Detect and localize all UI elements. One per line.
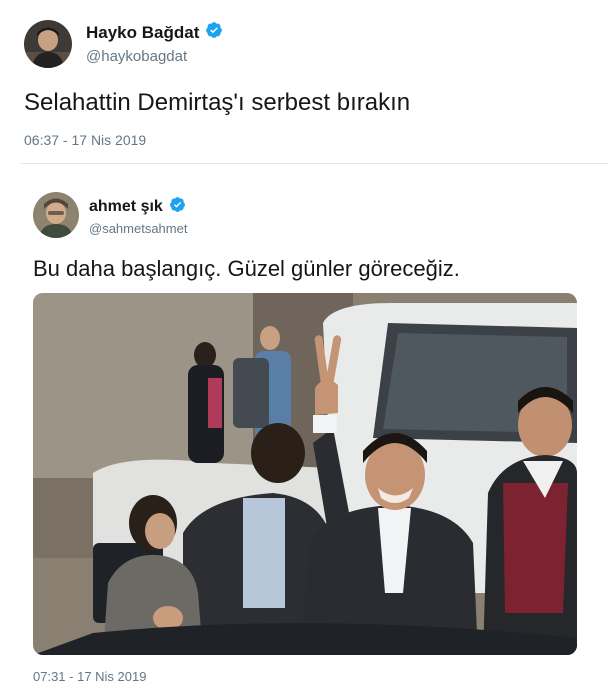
timestamp[interactable]: 07:31 - 17 Nis 2019: [33, 669, 146, 684]
top-tweet: Hayko Bağdat @haykobagdat Selahattin Dem…: [0, 0, 616, 164]
verified-badge-icon: [169, 196, 186, 218]
handle[interactable]: @haykobagdat: [86, 48, 187, 65]
verified-badge-icon: [205, 21, 223, 44]
tweet-text: Selahattin Demirtaş'ı serbest bırakın: [24, 89, 411, 116]
avatar[interactable]: [24, 20, 72, 68]
timestamp[interactable]: 06:37 - 17 Nis 2019: [24, 132, 146, 148]
tweet-photo[interactable]: [33, 293, 577, 655]
divider: [20, 163, 608, 164]
avatar[interactable]: [33, 192, 79, 238]
display-name[interactable]: Hayko Bağdat: [86, 23, 199, 43]
display-name[interactable]: ahmet şık: [89, 198, 163, 216]
tweet-text: Bu daha başlangıç. Güzel günler göreceği…: [33, 256, 460, 281]
handle[interactable]: @sahmetsahmet: [89, 221, 187, 236]
